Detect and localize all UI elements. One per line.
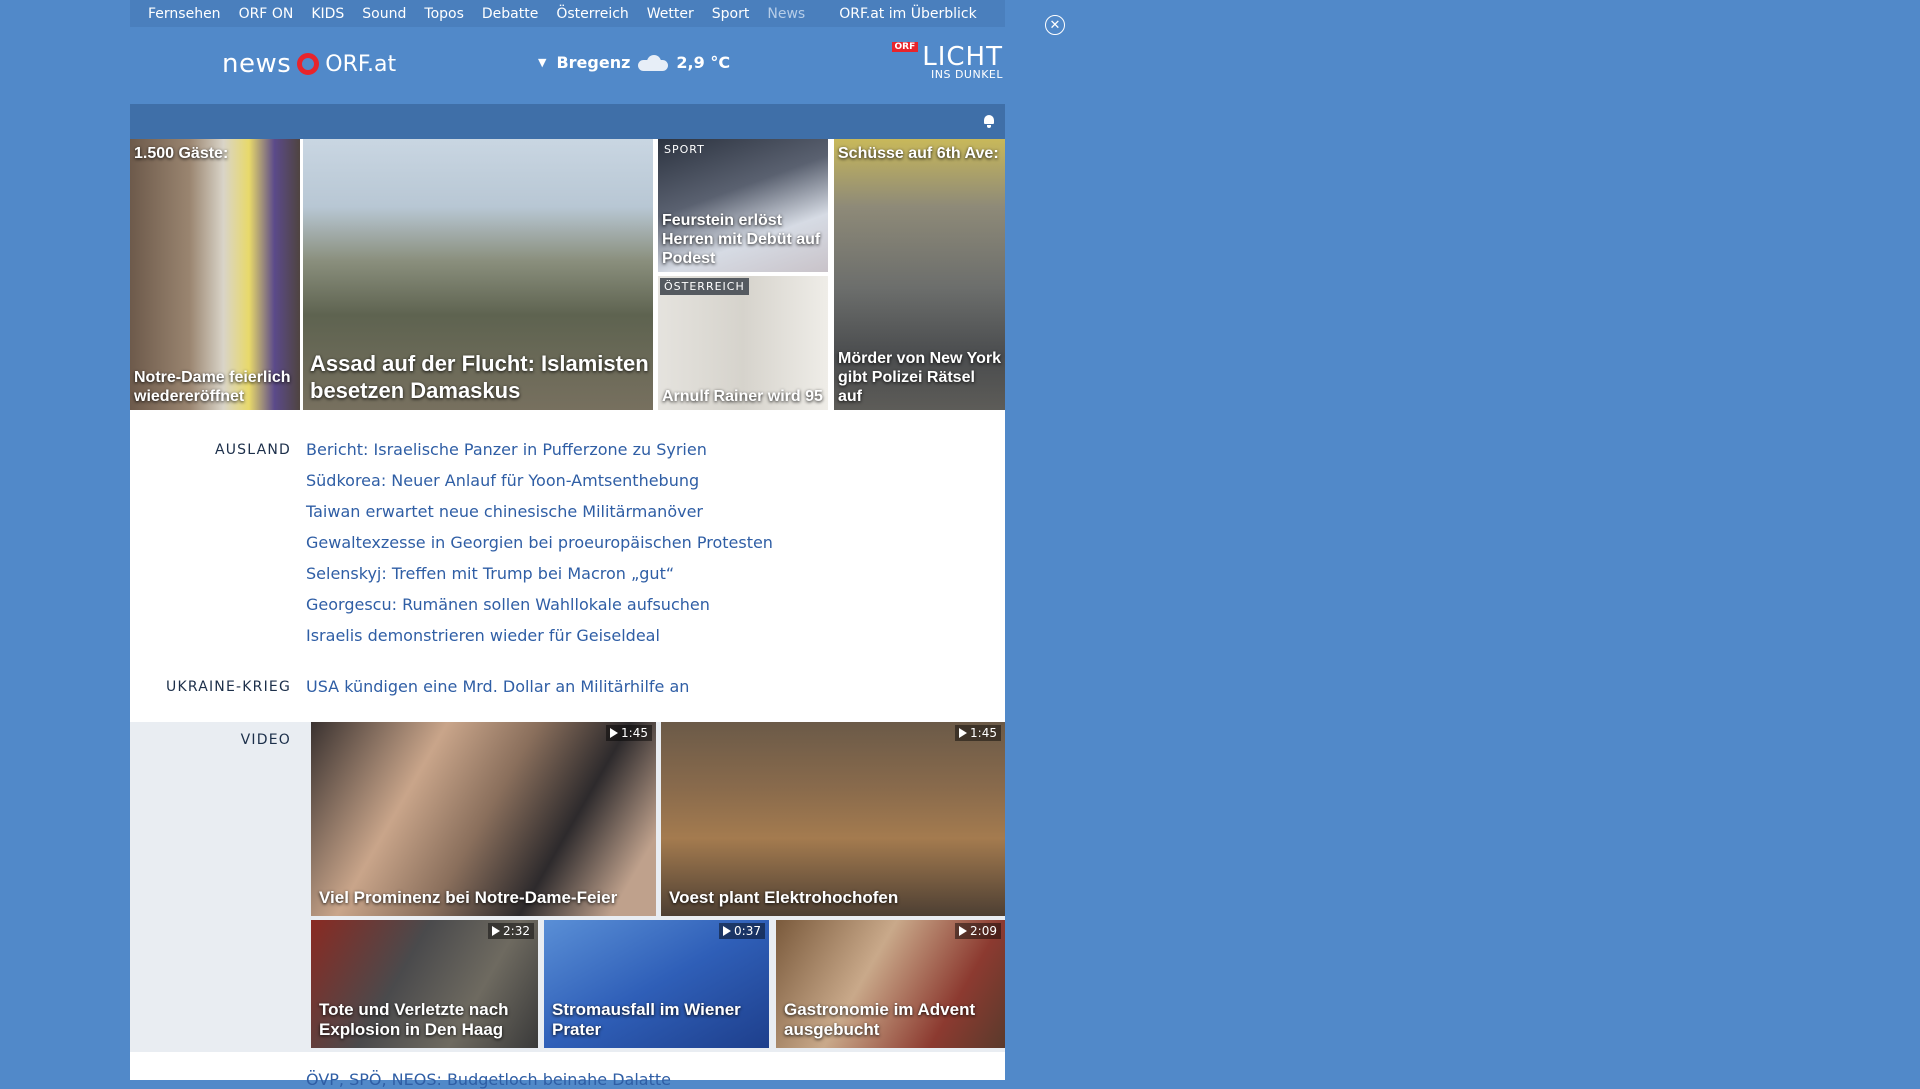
story-tile-rainer[interactable]: ÖSTERREICH Arnulf Rainer wird 95 <box>658 276 828 410</box>
nav-item-sport[interactable]: Sport <box>712 6 750 22</box>
news-orf-logo[interactable]: news ORF.at <box>222 49 396 79</box>
story-tile-assad[interactable]: Assad auf der Flucht: Islamisten besetze… <box>303 139 653 410</box>
nav-item-overview[interactable]: ORF.at im Überblick <box>839 6 976 22</box>
weather-location: Bregenz <box>556 53 631 72</box>
story-headline: Mörder von New York gibt Polizei Rätsel … <box>838 350 1001 405</box>
play-icon <box>723 926 732 936</box>
cloud-icon <box>638 54 669 71</box>
top-navigation: Fernsehen ORF ON KIDS Sound Topos Debatt… <box>130 0 1005 27</box>
play-icon <box>959 926 968 936</box>
story-tile-notre-dame[interactable]: 1.500 Gäste: Notre-Dame feierlich wieder… <box>130 139 300 410</box>
nav-item-news[interactable]: News <box>767 6 805 22</box>
video-caption: Gastronomie im Advent ausgebucht <box>784 1000 976 1039</box>
nav-item-wetter[interactable]: Wetter <box>647 6 694 22</box>
top-stories: 1.500 Gäste: Notre-Dame feierlich wieder… <box>130 139 1005 410</box>
category-tag: SPORT <box>664 143 705 156</box>
video-section: VIDEO 1:45 Viel Prominenz bei Notre-Dame… <box>130 722 1005 1052</box>
weather-temperature: 2,9 °C <box>676 53 731 72</box>
play-icon <box>492 926 501 936</box>
video-caption: Viel Prominenz bei Notre-Dame-Feier <box>319 888 618 907</box>
nav-item-fernsehen[interactable]: Fernsehen <box>148 6 221 22</box>
nav-item-oesterreich[interactable]: Österreich <box>556 6 628 22</box>
nav-item-topos[interactable]: Topos <box>424 6 463 22</box>
story-kicker: Schüsse auf 6th Ave: <box>838 145 999 162</box>
story-headline: Feurstein erlöst Herren mit Debüt auf Po… <box>662 212 821 267</box>
news-content: AUSLAND Bericht: Israelische Panzer in P… <box>130 410 1005 1089</box>
news-link[interactable]: Selenskyj: Treffen mit Trump bei Macron … <box>306 564 674 583</box>
licht-ins-dunkel-logo[interactable]: ORF LICHT INS DUNKEL <box>891 42 1003 81</box>
orf-badge: ORF <box>891 42 919 52</box>
play-icon <box>610 728 619 738</box>
video-tile[interactable]: 2:32 Tote und Verletzte nach Explosion i… <box>311 920 538 1048</box>
bell-icon[interactable] <box>983 115 995 128</box>
chevron-down-icon[interactable]: ▼ <box>538 56 546 69</box>
section-label-video: VIDEO <box>240 732 291 748</box>
story-headline: Notre-Dame feierlich wiedereröffnet <box>134 369 291 405</box>
news-link[interactable]: Georgescu: Rumänen sollen Wahllokale auf… <box>306 595 710 614</box>
news-link[interactable]: Gewaltexzesse in Georgien bei proeuropäi… <box>306 533 773 552</box>
section-label-ausland: AUSLAND <box>214 442 291 458</box>
close-icon[interactable]: ✕ <box>1045 15 1065 35</box>
story-headline: Assad auf der Flucht: Islamisten besetze… <box>310 351 649 403</box>
story-tile-new-york[interactable]: Schüsse auf 6th Ave: Mörder von New York… <box>834 139 1005 410</box>
play-icon <box>959 728 968 738</box>
section-label-ukraine-krieg: UKRAINE-KRIEG <box>166 679 291 695</box>
news-link[interactable]: Bericht: Israelische Panzer in Pufferzon… <box>306 440 707 459</box>
news-link[interactable]: Israelis demonstrieren wieder für Geisel… <box>306 626 660 645</box>
video-tile[interactable]: 1:45 Viel Prominenz bei Notre-Dame-Feier <box>311 722 656 916</box>
video-duration: 0:37 <box>719 923 765 939</box>
video-duration: 1:45 <box>606 725 652 741</box>
orf-ring-icon <box>297 53 320 75</box>
nav-item-debatte[interactable]: Debatte <box>482 6 538 22</box>
site-header: news ORF.at ▼ Bregenz 2,9 °C ORF LICHT IN… <box>130 27 1005 104</box>
video-duration: 2:09 <box>955 923 1001 939</box>
notification-bar <box>130 104 1005 139</box>
video-caption: Voest plant Elektrohochofen <box>669 888 899 907</box>
story-kicker: 1.500 Gäste: <box>134 145 229 162</box>
news-link[interactable]: USA kündigen eine Mrd. Dollar an Militär… <box>306 677 689 696</box>
nav-item-kids[interactable]: KIDS <box>311 6 344 22</box>
video-tile[interactable]: 0:37 Stromausfall im Wiener Prater <box>544 920 769 1048</box>
weather-widget[interactable]: ▼ Bregenz 2,9 °C <box>538 53 730 72</box>
news-link[interactable]: Taiwan erwartet neue chinesische Militär… <box>306 502 703 521</box>
video-caption: Tote und Verletzte nach Explosion in Den… <box>319 1000 509 1039</box>
video-duration: 2:32 <box>488 923 534 939</box>
video-caption: Stromausfall im Wiener Prater <box>552 1000 741 1039</box>
video-duration: 1:45 <box>955 725 1001 741</box>
video-tile[interactable]: 1:45 Voest plant Elektrohochofen <box>661 722 1005 916</box>
story-headline: Arnulf Rainer wird 95 <box>662 388 823 405</box>
story-tile-feurstein[interactable]: SPORT Feurstein erlöst Herren mit Debüt … <box>658 139 828 272</box>
category-tag: ÖSTERREICH <box>660 278 749 295</box>
nav-item-orf-on[interactable]: ORF ON <box>239 6 294 22</box>
logo-news-text: news <box>222 49 292 79</box>
video-tile[interactable]: 2:09 Gastronomie im Advent ausgebucht <box>776 920 1005 1048</box>
news-link[interactable]: Südkorea: Neuer Anlauf für Yoon-Amtsenth… <box>306 471 699 490</box>
nav-item-sound[interactable]: Sound <box>362 6 406 22</box>
logo-orf-text: ORF.at <box>325 51 397 77</box>
